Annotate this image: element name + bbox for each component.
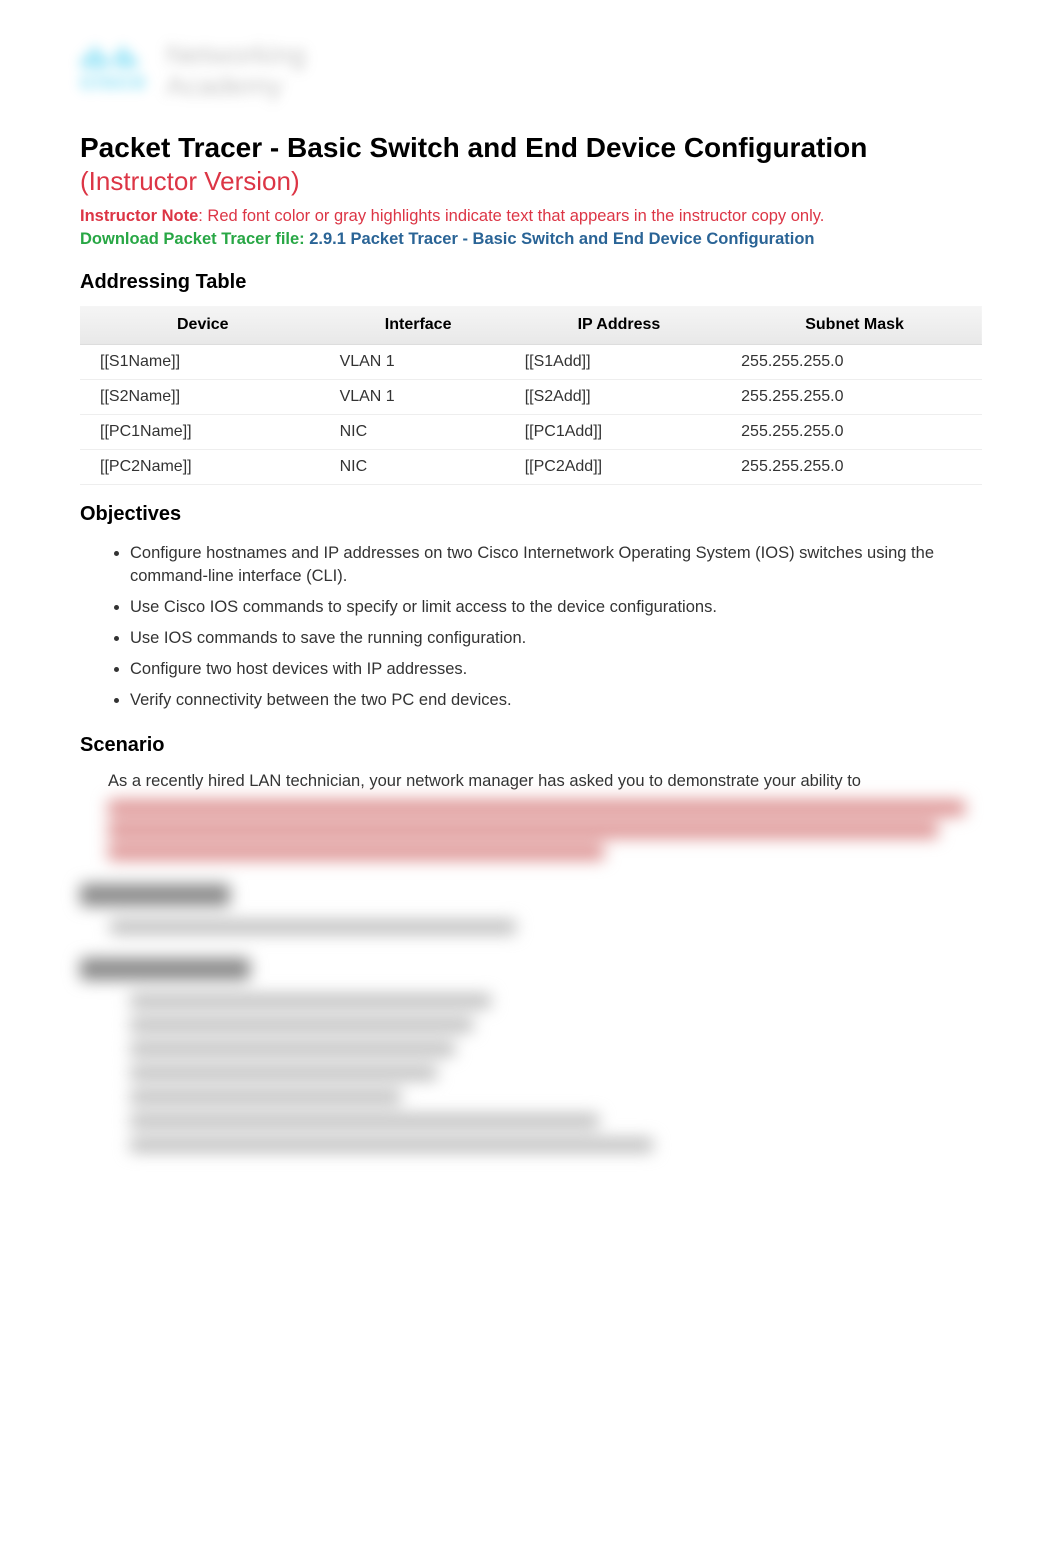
page-subtitle: (Instructor Version) [80,166,982,197]
list-item: Configure two host devices with IP addre… [130,654,982,685]
logo-product: Networking Academy [166,40,306,102]
blurred-content [80,800,982,1152]
th-interface: Interface [326,306,511,345]
download-line: Download Packet Tracer file: 2.9.1 Packe… [80,230,982,249]
list-item: Configure hostnames and IP addresses on … [130,538,982,592]
instructor-note-text: : Red font color or gray highlights indi… [198,207,824,225]
cisco-wordmark: cisco [80,68,146,96]
list-item: Use IOS commands to save the running con… [130,623,982,654]
table-row: [[PC2Name]] NIC [[PC2Add]] 255.255.255.0 [80,449,982,484]
table-row: [[S2Name]] VLAN 1 [[S2Add]] 255.255.255.… [80,379,982,414]
instructor-note: Instructor Note: Red font color or gray … [80,207,982,226]
page-title: Packet Tracer - Basic Switch and End Dev… [80,132,982,164]
instructor-note-label: Instructor Note [80,207,198,225]
th-device: Device [80,306,326,345]
download-label: Download Packet Tracer file: [80,230,309,248]
download-link[interactable]: 2.9.1 Packet Tracer - Basic Switch and E… [309,230,814,248]
section-objectives: Objectives [80,503,982,526]
th-mask: Subnet Mask [727,306,982,345]
table-row: [[PC1Name]] NIC [[PC1Add]] 255.255.255.0 [80,414,982,449]
logo-header: cisco Networking Academy [80,40,982,102]
th-ip: IP Address [511,306,727,345]
section-scenario: Scenario [80,734,982,757]
scenario-text: As a recently hired LAN technician, your… [108,769,982,794]
objectives-list: Configure hostnames and IP addresses on … [130,538,982,717]
table-row: [[S1Name]] VLAN 1 [[S1Add]] 255.255.255.… [80,344,982,379]
section-addressing: Addressing Table [80,271,982,294]
addressing-table: Device Interface IP Address Subnet Mask … [80,306,982,485]
cisco-bars-icon [80,46,138,68]
list-item: Use Cisco IOS commands to specify or lim… [130,592,982,623]
list-item: Verify connectivity between the two PC e… [130,685,982,716]
